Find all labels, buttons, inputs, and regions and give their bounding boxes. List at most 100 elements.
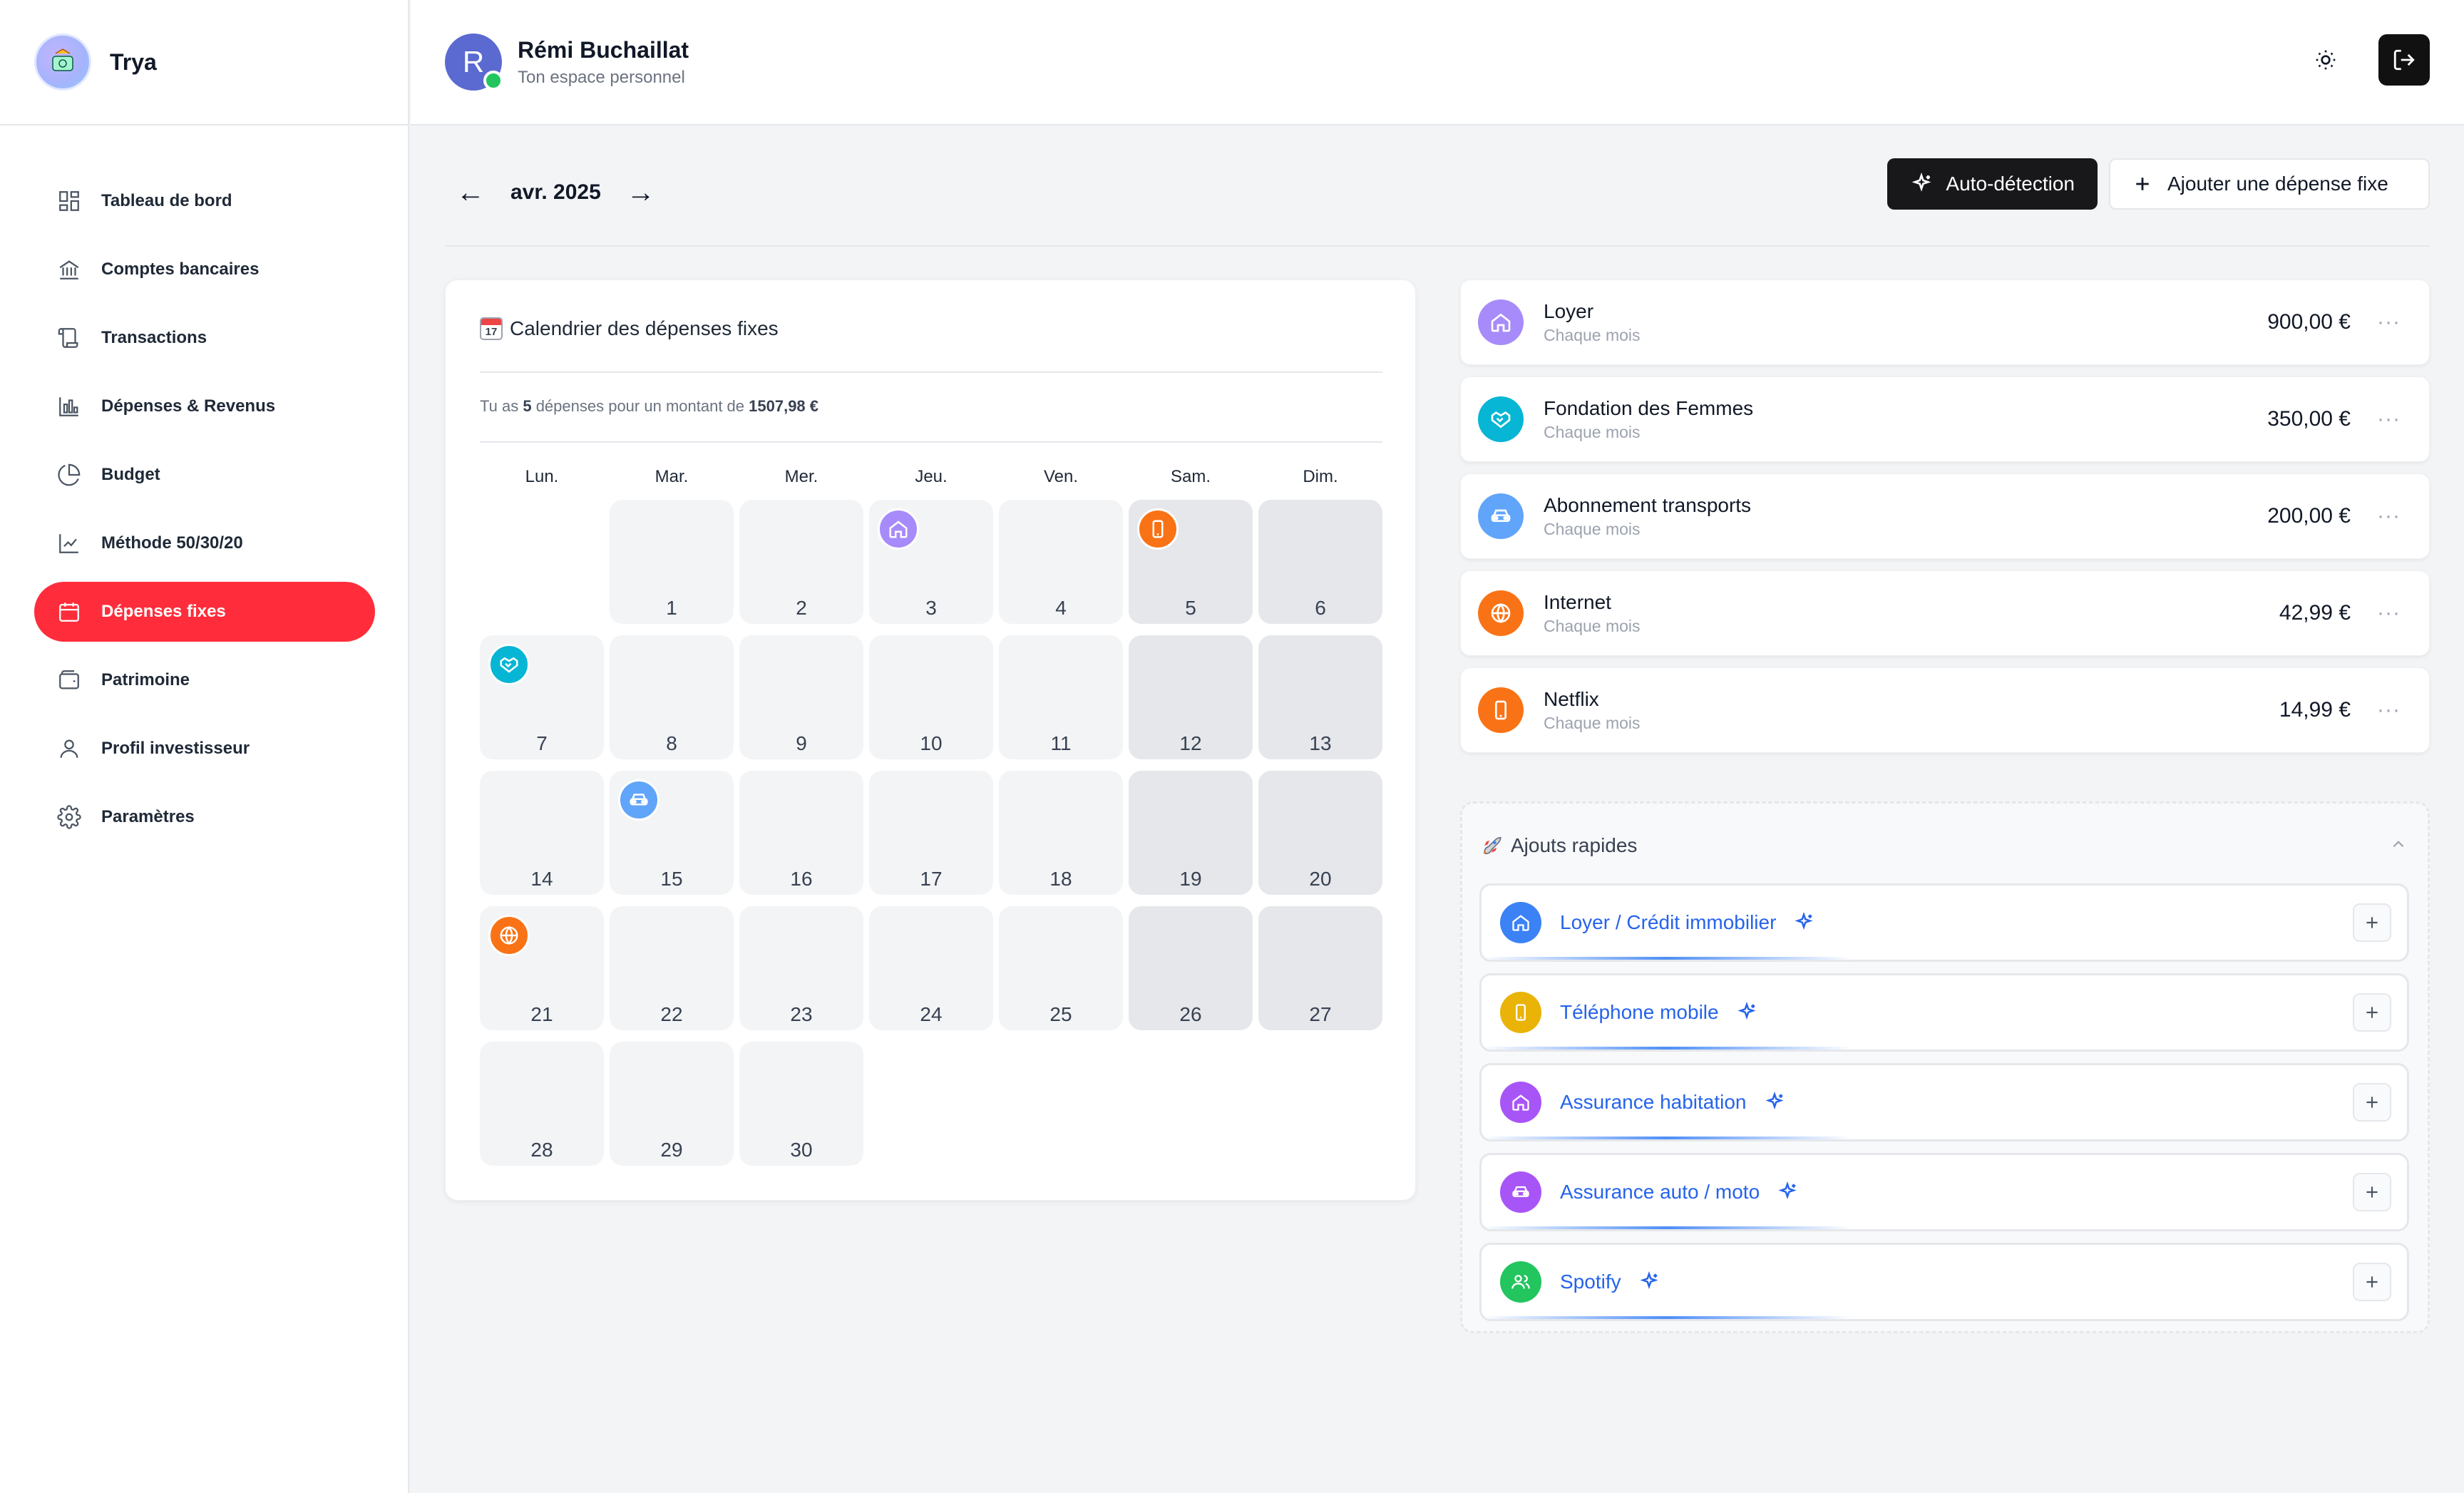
calendar-day[interactable]: 17 xyxy=(869,771,993,895)
next-month-button[interactable]: → xyxy=(627,178,655,207)
calendar-day[interactable]: 12 xyxy=(1129,635,1253,759)
calendar-day[interactable]: 1 xyxy=(610,500,734,624)
expense-row[interactable]: Loyer Chaque mois 900,00 € ··· xyxy=(1460,279,2430,365)
calendar-day[interactable]: 30 xyxy=(739,1042,863,1166)
expense-text: Internet Chaque mois xyxy=(1544,591,1641,636)
quick-add-item[interactable]: Loyer / Crédit immobilier xyxy=(1479,883,2409,962)
dashboard-icon xyxy=(59,191,79,211)
calendar-day[interactable]: 3 xyxy=(869,500,993,624)
home-icon[interactable] xyxy=(878,508,919,550)
sidebar-item-dashboard[interactable]: Tableau de bord xyxy=(34,171,375,231)
sidebar-item-assets[interactable]: Patrimoine xyxy=(34,650,375,710)
quick-add-item[interactable]: Assurance habitation xyxy=(1479,1063,2409,1141)
sidebar-item-settings[interactable]: Paramètres xyxy=(34,787,375,847)
calendar-day[interactable]: 19 xyxy=(1129,771,1253,895)
calendar-day[interactable]: 22 xyxy=(610,906,734,1030)
sidebar-item-investor-profile[interactable]: Profil investisseur xyxy=(34,719,375,779)
calendar-day[interactable]: 29 xyxy=(610,1042,734,1166)
calendar-day[interactable]: 28 xyxy=(480,1042,604,1166)
quick-adds-title-text: Ajouts rapides xyxy=(1511,834,1638,856)
calendar-day[interactable]: 6 xyxy=(1258,500,1382,624)
quick-add-item[interactable]: Téléphone mobile xyxy=(1479,973,2409,1052)
calendar-day[interactable]: 10 xyxy=(869,635,993,759)
more-options-button[interactable]: ··· xyxy=(2377,310,2401,334)
car-icon[interactable] xyxy=(618,779,659,821)
header: R Rémi Buchaillat Ton espace personnel xyxy=(411,0,2464,125)
expense-row[interactable]: Internet Chaque mois 42,99 € ··· xyxy=(1460,570,2430,656)
calendar-day[interactable]: 16 xyxy=(739,771,863,895)
phone-icon[interactable] xyxy=(1137,508,1179,550)
collapse-button[interactable] xyxy=(2389,835,2408,857)
calendar-day[interactable]: 24 xyxy=(869,906,993,1030)
calendar-day[interactable]: 18 xyxy=(999,771,1123,895)
summary-middle: dépenses pour un montant de xyxy=(531,397,749,415)
calendar-day[interactable]: 13 xyxy=(1258,635,1382,759)
more-options-button[interactable]: ··· xyxy=(2377,504,2401,528)
sidebar-item-label: Comptes bancaires xyxy=(101,260,260,279)
plus-icon xyxy=(2366,917,2378,928)
sidebar-item-transactions[interactable]: Transactions xyxy=(34,308,375,368)
user-name: Rémi Buchaillat xyxy=(518,36,689,63)
expense-row[interactable]: Netflix Chaque mois 14,99 € ··· xyxy=(1460,667,2430,753)
handshake-icon[interactable] xyxy=(488,644,530,685)
more-options-button[interactable]: ··· xyxy=(2377,601,2401,625)
bar-chart-icon xyxy=(59,397,78,416)
avatar[interactable]: R xyxy=(445,34,503,91)
calendar-day[interactable]: 20 xyxy=(1258,771,1382,895)
calendar-title: 17 Calendrier des dépenses fixes xyxy=(480,317,779,340)
sidebar-item-bank-accounts[interactable]: Comptes bancaires xyxy=(34,240,375,299)
sidebar-item-label: Budget xyxy=(101,465,160,484)
expense-name: Loyer xyxy=(1544,299,1594,322)
theme-toggle-button[interactable] xyxy=(2300,34,2351,86)
calendar-emoji-day: 17 xyxy=(485,326,498,338)
quick-add-plus-button[interactable] xyxy=(2353,993,2391,1032)
more-options-button[interactable]: ··· xyxy=(2377,407,2401,431)
calendar-day[interactable]: 15 xyxy=(610,771,734,895)
phone-icon xyxy=(1478,687,1524,733)
calendar-day[interactable]: 26 xyxy=(1129,906,1253,1030)
calendar-day[interactable]: 8 xyxy=(610,635,734,759)
expense-frequency: Chaque mois xyxy=(1544,422,1641,441)
calendar-day[interactable]: 2 xyxy=(739,500,863,624)
quick-add-item[interactable]: Assurance auto / moto xyxy=(1479,1153,2409,1231)
weekday-header: Lun. Mar. Mer. Jeu. Ven. Sam. Dim. xyxy=(480,467,1382,487)
sidebar-item-label: Dépenses fixes xyxy=(101,602,226,621)
sidebar-item-fixed-expenses[interactable]: Dépenses fixes xyxy=(34,582,375,642)
sparkles-icon xyxy=(1777,1181,1798,1203)
add-fixed-expense-button[interactable]: Ajouter une dépense fixe xyxy=(2109,158,2430,210)
calendar-day[interactable]: 7 xyxy=(480,635,604,759)
calendar-day[interactable]: 9 xyxy=(739,635,863,759)
globe-icon[interactable] xyxy=(488,915,530,956)
calendar-day[interactable]: 21 xyxy=(480,906,604,1030)
home-icon xyxy=(1500,902,1541,943)
calendar-summary: Tu as 5 dépenses pour un montant de 1507… xyxy=(480,397,818,416)
calendar-day[interactable]: 5 xyxy=(1129,500,1253,624)
calendar-day[interactable]: 23 xyxy=(739,906,863,1030)
calendar-day[interactable]: 14 xyxy=(480,771,604,895)
sidebar-item-budget[interactable]: Budget xyxy=(34,445,375,505)
sidebar-item-method-50-30-20[interactable]: Méthode 50/30/20 xyxy=(34,513,375,573)
calendar-day[interactable]: 4 xyxy=(999,500,1123,624)
calendar-day[interactable]: 11 xyxy=(999,635,1123,759)
quick-add-plus-button[interactable] xyxy=(2353,903,2391,942)
prev-month-button[interactable]: ← xyxy=(456,178,485,207)
expense-amount: 200,00 € xyxy=(2267,504,2351,528)
calendar-day[interactable]: 27 xyxy=(1258,906,1382,1030)
expense-row[interactable]: Fondation des Femmes Chaque mois 350,00 … xyxy=(1460,376,2430,462)
expense-row[interactable]: Abonnement transports Chaque mois 200,00… xyxy=(1460,473,2430,559)
fixed-expense-list: Loyer Chaque mois 900,00 € ··· Fondation… xyxy=(1460,279,2430,764)
quick-add-plus-button[interactable] xyxy=(2353,1083,2391,1122)
auto-detect-button[interactable]: Auto-détection xyxy=(1887,158,2098,210)
quick-add-plus-button[interactable] xyxy=(2353,1263,2391,1301)
weekday-label: Sam. xyxy=(1170,467,1211,486)
calendar-grid: 1 2 3 4 5 6 7 8 9 10 11 12 13 14 15 16 1… xyxy=(480,500,1382,1166)
brand-logo-icon[interactable] xyxy=(34,34,91,91)
add-fixed-expense-label: Ajouter une dépense fixe xyxy=(2167,173,2388,195)
sidebar-item-expenses-income[interactable]: Dépenses & Revenus xyxy=(34,376,375,436)
quick-add-item[interactable]: Spotify xyxy=(1479,1243,2409,1321)
calendar-day[interactable]: 25 xyxy=(999,906,1123,1030)
logout-button[interactable] xyxy=(2378,34,2430,86)
quick-add-plus-button[interactable] xyxy=(2353,1173,2391,1211)
more-options-button[interactable]: ··· xyxy=(2377,698,2401,722)
quick-add-label: Assurance habitation xyxy=(1560,1091,1747,1113)
